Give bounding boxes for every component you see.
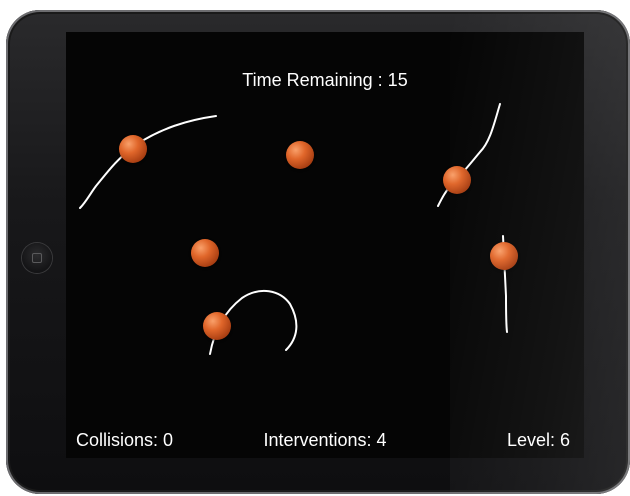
trajectory-path: [79, 115, 217, 209]
ball[interactable]: [119, 135, 147, 163]
level-indicator: Level: 6: [506, 430, 570, 450]
tablet-device: Time Remaining : 15 Collisions: 0 Interv…: [6, 10, 630, 494]
ball[interactable]: [490, 242, 518, 270]
ball[interactable]: [203, 312, 231, 340]
ball[interactable]: [191, 239, 219, 267]
home-button-icon: [32, 253, 42, 263]
ball[interactable]: [286, 141, 314, 169]
game-screen[interactable]: Time Remaining : 15 Collisions: 0 Interv…: [66, 32, 584, 458]
home-button[interactable]: [22, 243, 52, 273]
ball[interactable]: [443, 166, 471, 194]
